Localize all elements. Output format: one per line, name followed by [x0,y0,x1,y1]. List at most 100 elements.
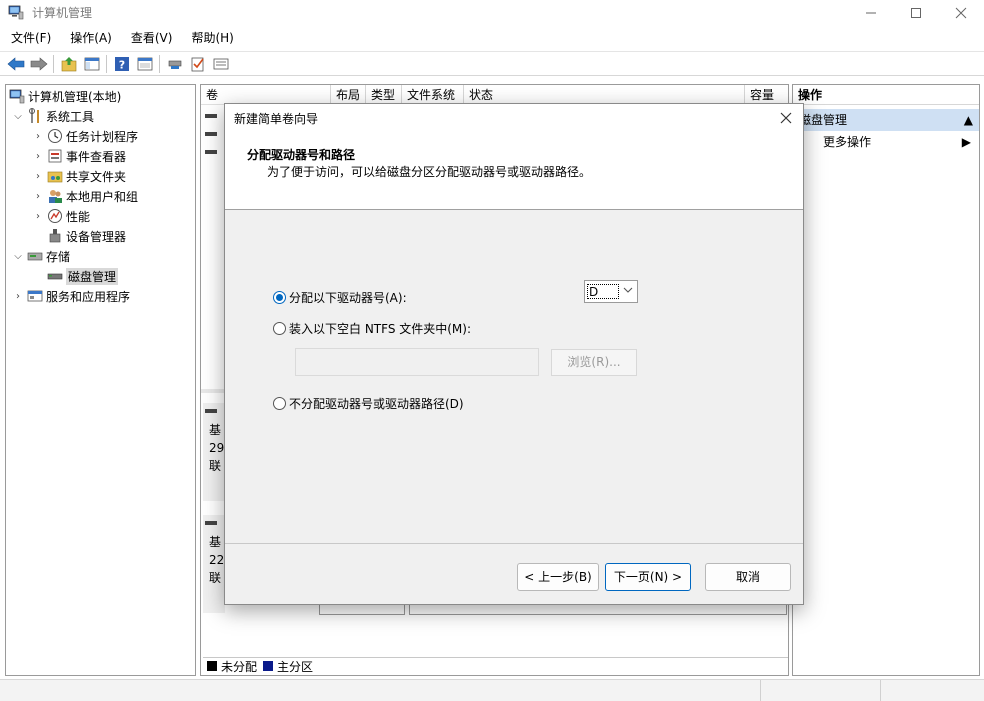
forward-button[interactable] [27,53,50,75]
menu-file[interactable]: 文件(F) [3,28,59,48]
drive-letter-value: D [587,284,619,299]
new-simple-volume-wizard: 新建简单卷向导 分配驱动器号和路径 为了便于访问，可以给磁盘分区分配驱动器号或驱… [224,103,804,605]
tree-item-event-viewer[interactable]: › 事件查看器 [32,146,126,166]
status-bar [0,679,984,701]
tree-label-device-manager: 设备管理器 [66,229,127,244]
actions-pane: 操作 磁盘管理 ▲ 更多操作 ▶ [792,84,980,676]
tree-label-shared-folders: 共享文件夹 [66,169,127,184]
tree-item-system-tools[interactable]: ⌵ 系统工具 [12,106,94,126]
minimize-icon [866,12,876,14]
chevron-right-icon[interactable]: › [12,291,24,302]
column-filesystem[interactable]: 文件系统 [402,85,464,104]
tree-item-storage[interactable]: ⌵ 存储 [12,246,70,266]
list-button[interactable] [209,53,232,75]
dialog-separator [225,543,803,544]
minimize-button[interactable] [848,0,894,26]
disk-1-label[interactable]: 基 22 联 [203,515,225,613]
no-letter-label: 不分配驱动器号或驱动器路径(D) [289,397,464,411]
volume-row[interactable] [203,143,217,161]
console-tree-icon [84,57,99,70]
toolbar-separator [53,54,54,73]
chevron-down-icon[interactable]: ⌵ [12,111,24,122]
toolbar-separator [159,54,160,73]
forward-arrow-icon [30,56,47,71]
browse-button[interactable]: 浏览(R)... [551,349,637,376]
disk-1-type: 基 [209,535,222,549]
chevron-down-icon [623,287,633,293]
dialog-close-button[interactable] [775,107,797,129]
folder-up-icon [61,56,76,71]
disk-0-label[interactable]: 基 29 联 [203,403,225,501]
tree-item-device-manager[interactable]: 设备管理器 [44,226,126,246]
volume-row[interactable] [203,125,217,143]
more-actions-item[interactable]: 更多操作 ▶ [793,131,979,153]
cancel-button[interactable]: 取消 [705,563,791,591]
tree-label-event-viewer: 事件查看器 [66,149,127,164]
status-segment [880,680,984,701]
tree-item-local-users[interactable]: › 本地用户和组 [32,186,138,206]
close-icon [955,7,967,19]
assign-letter-option[interactable]: 分配以下驱动器号(A): [273,289,407,306]
tree-item-shared-folders[interactable]: › 共享文件夹 [32,166,126,186]
back-arrow-icon [7,56,24,71]
status-segment [760,680,880,701]
mount-folder-option[interactable]: 装入以下空白 NTFS 文件夹中(M): [273,320,471,337]
connect-button[interactable] [163,53,186,75]
properties-button[interactable] [133,53,156,75]
tree-item-services-apps[interactable]: › 服务和应用程序 [12,286,130,306]
toolbar-separator [106,54,107,73]
drive-letter-select[interactable]: D [584,280,638,303]
column-type[interactable]: 类型 [366,85,402,104]
tree-item-root[interactable]: 计算机管理(本地) [9,86,121,106]
disk-0-status: 联 [209,459,222,473]
legend-primary: 主分区 [277,659,314,674]
tree-label-local-users: 本地用户和组 [66,189,139,204]
next-button[interactable]: 下一页(N) > [605,563,691,591]
volume-row[interactable] [203,107,217,125]
column-status[interactable]: 状态 [464,85,745,104]
assign-letter-label: 分配以下驱动器号(A): [289,291,407,305]
tree-label-root: 计算机管理(本地) [28,89,122,104]
tree-item-task-scheduler[interactable]: › 任务计划程序 [32,126,138,146]
disk-connect-icon [168,60,181,69]
chevron-right-icon[interactable]: › [32,171,44,182]
no-letter-option[interactable]: 不分配驱动器号或驱动器路径(D) [273,395,464,412]
column-capacity[interactable]: 容量 [745,85,788,104]
tree-label-services-apps: 服务和应用程序 [46,289,131,304]
menu-view[interactable]: 查看(V) [123,28,181,48]
dialog-title: 新建简单卷向导 [234,112,319,126]
disk-0-size: 29 [209,441,225,455]
dialog-subheading: 为了便于访问，可以给磁盘分区分配驱动器号或驱动器路径。 [267,165,592,179]
tree-item-performance[interactable]: › 性能 [32,206,90,226]
chevron-right-icon[interactable]: › [32,211,44,222]
back-button[interactable]: < 上一步(B) [517,563,599,591]
up-level-button[interactable] [57,53,80,75]
help-button[interactable]: ? [110,53,133,75]
primary-swatch [263,661,274,671]
folder-path-input[interactable] [295,348,539,376]
show-hide-tree-button[interactable] [80,53,103,75]
mount-folder-radio[interactable] [273,322,286,335]
maximize-button[interactable] [893,0,939,26]
chevron-down-icon[interactable]: ⌵ [12,251,24,262]
chevron-right-icon[interactable]: › [32,151,44,162]
no-letter-radio[interactable] [273,397,286,410]
checklist-button[interactable] [186,53,209,75]
legend-unallocated: 未分配 [221,659,258,674]
window-title: 计算机管理 [32,6,93,20]
tree-item-disk-management[interactable]: 磁盘管理 [44,266,119,286]
chevron-right-icon[interactable]: › [32,131,44,142]
close-window-button[interactable] [938,0,984,26]
menu-action[interactable]: 操作(A) [62,28,120,48]
column-layout[interactable]: 布局 [331,85,366,104]
assign-letter-radio[interactable] [273,291,286,304]
menu-help[interactable]: 帮助(H) [183,28,241,48]
actions-section-disk-management[interactable]: 磁盘管理 ▲ [793,109,979,131]
collapse-up-icon[interactable]: ▲ [964,109,973,131]
back-button[interactable] [4,53,27,75]
column-volume[interactable]: 卷 [201,85,331,104]
tools-icon [29,108,39,123]
volume-table-header: 卷 布局 类型 文件系统 状态 容量 [201,85,788,105]
disk-legend: 未分配 主分区 [203,657,788,674]
chevron-right-icon[interactable]: › [32,191,44,202]
